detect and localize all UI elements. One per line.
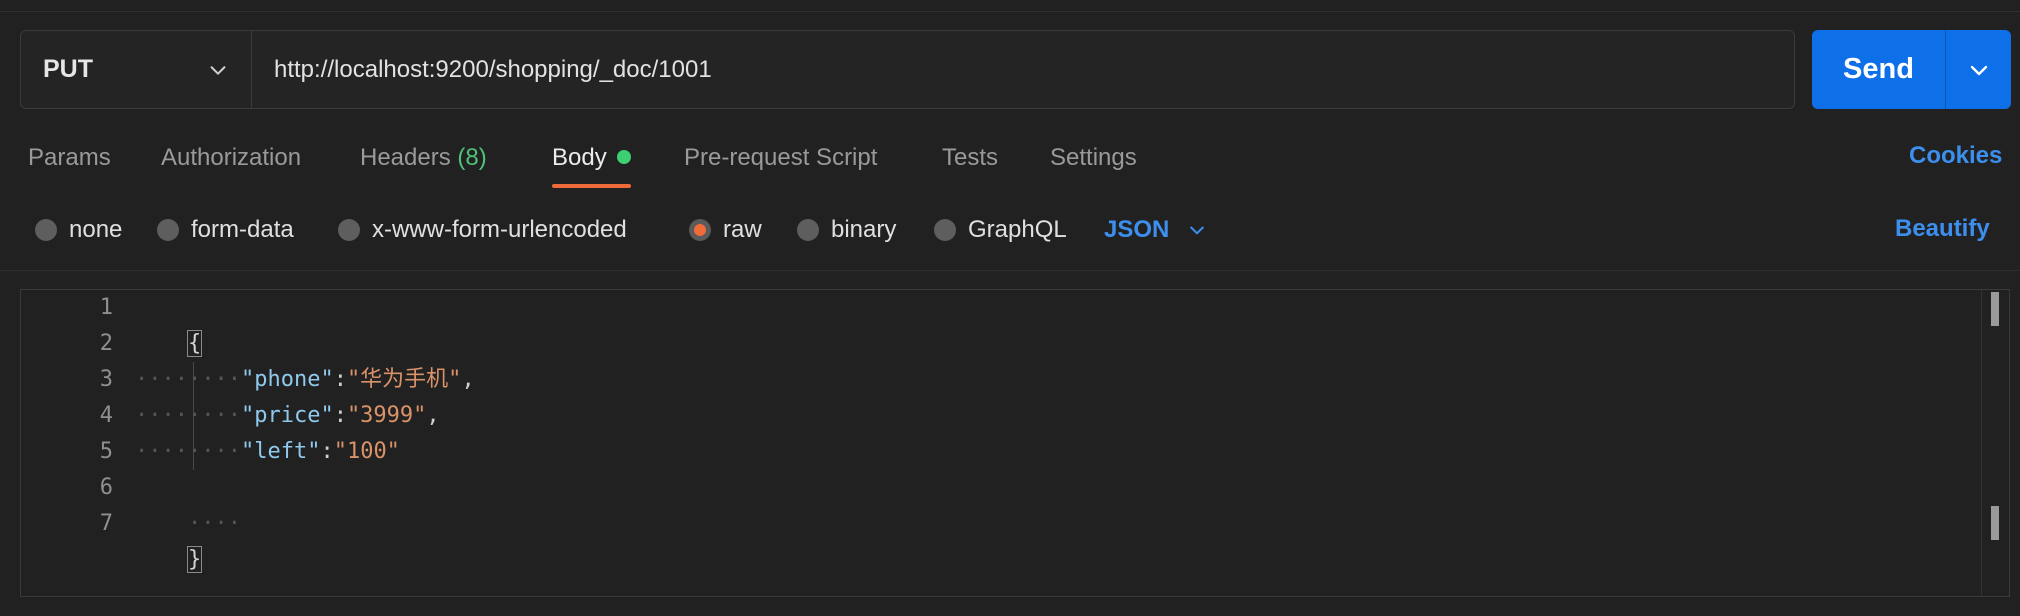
top-strip [0, 0, 2020, 12]
code-line-7: } [135, 506, 203, 573]
body-type-raw[interactable]: raw [689, 212, 762, 248]
code-line-2: ···· [135, 326, 241, 392]
request-bar: PUT http://localhost:9200/shopping/_doc/… [20, 30, 1795, 109]
radio-label: x-www-form-urlencoded [372, 216, 627, 243]
tab-pre-request-script[interactable]: Pre-request Script [684, 138, 877, 188]
raw-language-select[interactable]: JSON [1104, 212, 1207, 248]
radio-button[interactable] [797, 219, 819, 241]
whitespace-marker: ········ [135, 367, 241, 392]
body-modified-dot-icon [616, 150, 631, 164]
body-type-graphql[interactable]: GraphQL [934, 212, 1067, 248]
json-string-value: "华为手机" [346, 367, 462, 392]
radio-label: form-data [191, 216, 294, 243]
code-line-5: ········"left":"100" [135, 434, 400, 470]
line-number: 7 [99, 511, 113, 536]
chevron-down-icon [1970, 65, 1987, 75]
radio-button[interactable] [934, 219, 956, 241]
body-type-none[interactable]: none [35, 212, 122, 248]
raw-language-label: JSON [1104, 216, 1170, 243]
radio-label: GraphQL [968, 216, 1067, 243]
tab-tests[interactable]: Tests [942, 138, 998, 188]
tab-label: Settings [1050, 144, 1137, 171]
json-colon: : [333, 367, 347, 392]
radio-label: raw [723, 216, 762, 243]
tab-params[interactable]: Params [28, 138, 111, 188]
line-number: 1 [99, 295, 113, 320]
radio-button[interactable] [35, 219, 57, 241]
radio-label: none [69, 216, 123, 243]
tab-label: Pre-request Script [684, 144, 878, 171]
url-input[interactable]: http://localhost:9200/shopping/_doc/1001 [252, 31, 1794, 108]
tab-label: Authorization [161, 144, 302, 171]
json-colon: : [320, 439, 334, 464]
code-line-1: { [135, 290, 203, 357]
radio-button[interactable] [338, 219, 360, 241]
send-button[interactable]: Send [1812, 30, 1946, 109]
radio-label: binary [831, 216, 897, 243]
json-string-value: "100" [333, 439, 400, 464]
json-colon: : [333, 403, 347, 428]
tab-headers[interactable]: Headers (8) [360, 138, 487, 188]
tab-label: Tests [942, 144, 999, 171]
code-line-3: ········"phone":"华为手机", [135, 362, 475, 398]
tab-body[interactable]: Body [552, 138, 631, 188]
body-type-x-www-form-urlencoded[interactable]: x-www-form-urlencoded [338, 212, 627, 248]
json-key: "price" [240, 403, 334, 428]
tab-label: Params [28, 144, 111, 171]
json-key: "phone" [240, 367, 334, 392]
body-type-form-data[interactable]: form-data [157, 212, 294, 248]
json-comma: , [426, 403, 440, 428]
line-number: 5 [99, 439, 113, 464]
line-number: 4 [99, 403, 113, 428]
tab-label: Headers [360, 144, 451, 171]
scrollbar-marker [1991, 506, 1999, 540]
json-comma: , [461, 367, 475, 392]
json-key: "left" [240, 439, 321, 464]
editor-scrollbar[interactable] [1981, 290, 2009, 596]
chevron-down-icon [210, 65, 226, 75]
send-button-group: Send [1812, 30, 2011, 109]
code-line-6: ···· [135, 470, 241, 536]
close-brace: } [186, 546, 203, 573]
tab-settings[interactable]: Settings [1050, 138, 1137, 188]
line-number-gutter: 1 2 3 4 5 6 7 [21, 290, 131, 596]
method-label: PUT [43, 55, 93, 83]
send-options-button[interactable] [1946, 30, 2011, 109]
cookies-link[interactable]: Cookies [1909, 142, 2002, 170]
line-number: 2 [99, 331, 113, 356]
line-number: 6 [99, 475, 113, 500]
divider [0, 270, 2020, 271]
method-select[interactable]: PUT [21, 31, 252, 108]
radio-button-checked[interactable] [689, 219, 711, 241]
scrollbar-marker [1991, 292, 1999, 326]
tab-label: Body [552, 144, 607, 171]
body-type-binary[interactable]: binary [797, 212, 896, 248]
code-editor[interactable]: 1 2 3 4 5 6 7 { ···· ········"phone":"华为… [20, 289, 2010, 597]
json-string-value: "3999" [346, 403, 427, 428]
tab-authorization[interactable]: Authorization [161, 138, 301, 188]
whitespace-marker: ········ [135, 439, 241, 464]
code-line-4: ········"price":"3999", [135, 398, 440, 434]
whitespace-marker: ········ [135, 403, 241, 428]
radio-button[interactable] [157, 219, 179, 241]
chevron-down-icon [1190, 226, 1205, 235]
headers-count: (8) [457, 144, 487, 171]
beautify-button[interactable]: Beautify [1895, 215, 1990, 243]
line-number: 3 [99, 367, 113, 392]
